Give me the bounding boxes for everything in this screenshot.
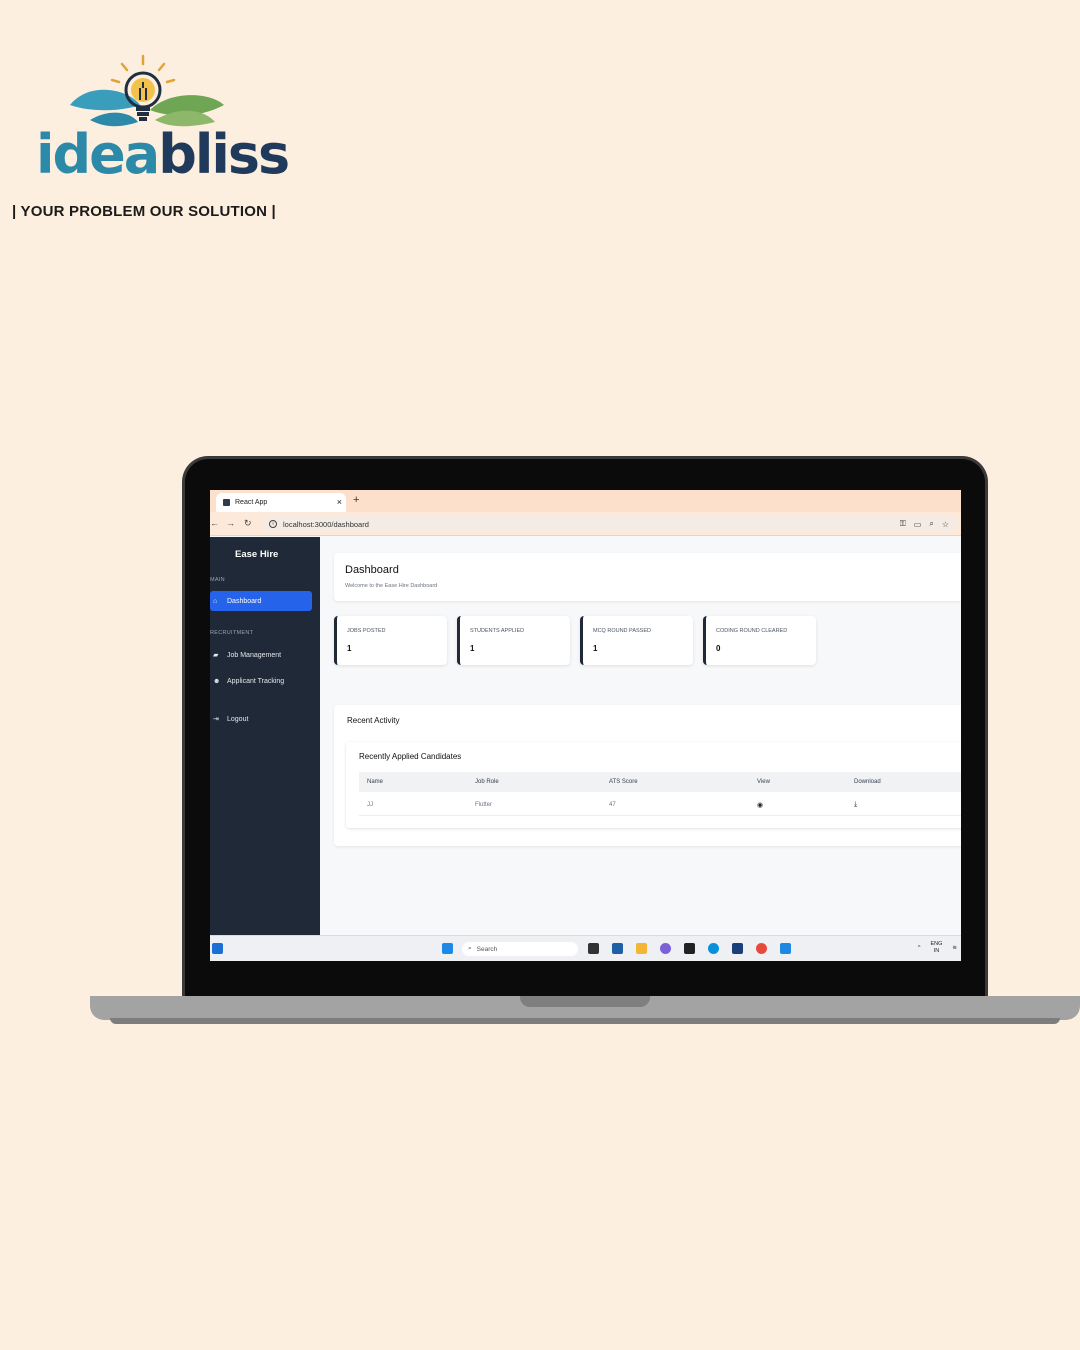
laptop-notch [520, 996, 650, 1007]
install-icon[interactable]: ▭ [914, 520, 922, 529]
laptop-base-shadow [110, 1018, 1060, 1024]
stat-card-coding-round-cleared: CODING ROUND CLEARED 0 [703, 616, 816, 665]
browser-tab[interactable]: React App × [216, 493, 346, 512]
view-eye-icon[interactable]: ◉ [757, 794, 763, 815]
column-header-job-role: Job Role [475, 779, 499, 785]
app-icon[interactable] [732, 943, 743, 954]
sidebar-brand: Ease Hire [235, 549, 279, 560]
bookmark-star-icon[interactable]: ☆ [942, 520, 949, 529]
system-tray: ^ ENG IN ≋ [918, 941, 957, 955]
stat-label: STUDENTS APPLIED [470, 628, 525, 634]
sidebar-section-main: MAIN [210, 577, 225, 583]
search-icon: ⌕ [468, 945, 472, 952]
url-field[interactable]: i localhost:3000/dashboard ⚿ ▭ ⌕ ☆ [263, 516, 957, 532]
cell-ats-score: 47 [609, 801, 616, 808]
windows-taskbar: ⌕ Search ^ ENG IN ≋ [210, 935, 961, 961]
stat-label: JOBS POSTED [347, 628, 386, 634]
file-explorer-icon[interactable] [636, 943, 647, 954]
logo-wordmark: ideabliss [36, 128, 290, 182]
sidebar-item-applicant-tracking[interactable]: ☻ Applicant Tracking [210, 671, 312, 691]
edge-icon[interactable] [708, 943, 719, 954]
column-header-view: View [757, 779, 770, 785]
sidebar: Ease Hire MAIN ⌂ Dashboard RECRUITMENT ▰… [210, 537, 320, 935]
language-indicator[interactable]: ENG IN [930, 941, 942, 955]
download-icon[interactable]: ⤓ [854, 794, 857, 815]
tab-close-icon[interactable]: × [337, 497, 342, 507]
site-info-icon[interactable]: i [269, 520, 277, 528]
logout-icon: ⇥ [213, 715, 219, 723]
taskbar-search[interactable]: ⌕ Search [462, 942, 578, 956]
cell-job-role: Flutter [475, 801, 493, 808]
logo-word-idea: idea [36, 123, 160, 186]
table-header: Name Job Role ATS Score View Download [359, 772, 961, 792]
column-header-download: Download [854, 779, 881, 785]
users-icon: ☻ [213, 677, 221, 685]
region-text: IN [933, 948, 940, 954]
tab-favicon-icon [223, 499, 230, 506]
stat-label: CODING ROUND CLEARED [716, 628, 788, 634]
windows-start-icon[interactable] [442, 943, 453, 954]
widgets-icon[interactable] [212, 943, 223, 954]
url-text: localhost:3000/dashboard [283, 519, 369, 529]
task-view-icon[interactable] [588, 943, 599, 954]
zoom-icon[interactable]: ⌕ [929, 519, 933, 529]
column-header-name: Name [367, 779, 384, 785]
chrome-icon[interactable] [756, 943, 767, 954]
sidebar-item-label: Logout [227, 715, 249, 723]
stat-card-jobs-posted: JOBS POSTED 1 [334, 616, 447, 665]
laptop-screen: React App × + ← → ↻ i localhost:3000/das… [210, 490, 961, 961]
stat-label: MCQ ROUND PASSED [593, 628, 651, 634]
wifi-icon[interactable]: ≋ [952, 945, 957, 951]
vscode-icon[interactable] [780, 943, 791, 954]
column-header-ats-score: ATS Score [609, 779, 638, 785]
stat-card-students-applied: STUDENTS APPLIED 1 [457, 616, 570, 665]
logo-tagline: | YOUR PROBLEM OUR SOLUTION | [12, 203, 276, 220]
logo-word-bliss: bliss [158, 123, 290, 186]
sidebar-item-dashboard[interactable]: ⌂ Dashboard [210, 591, 312, 611]
tab-title: React App [235, 499, 268, 506]
page-title: Dashboard [345, 564, 399, 576]
dashboard-header-card: Dashboard Welcome to the Ease Hire Dashb… [334, 553, 961, 601]
chevron-up-icon[interactable]: ^ [918, 945, 921, 951]
lang-text: ENG [930, 941, 943, 947]
browser-addressbar: ← → ↻ i localhost:3000/dashboard ⚿ ▭ ⌕ ☆ [210, 512, 961, 536]
page-subtitle: Welcome to the Ease Hire Dashboard [345, 583, 438, 589]
sidebar-item-label: Dashboard [227, 597, 262, 605]
recent-activity-card: Recent Activity Recently Applied Candida… [334, 705, 961, 846]
table-row: JJ Flutter 47 ◉ ⤓ [359, 794, 961, 816]
sidebar-item-job-management[interactable]: ▰ Job Management [210, 645, 312, 665]
briefcase-icon: ▰ [213, 651, 219, 659]
reload-icon[interactable]: ↻ [244, 518, 252, 529]
sidebar-item-label: Job Management [227, 651, 282, 659]
forward-arrow-icon[interactable]: → [226, 518, 235, 528]
dropbox-icon[interactable] [684, 943, 695, 954]
taskbar-search-label: Search [476, 945, 498, 953]
sidebar-section-recruitment: RECRUITMENT [210, 630, 254, 636]
sidebar-item-label: Applicant Tracking [227, 677, 285, 685]
back-arrow-icon[interactable]: ← [210, 518, 219, 528]
copilot-icon[interactable] [660, 943, 671, 954]
stat-value: 1 [470, 644, 475, 653]
browser-tabbar: React App × + [210, 490, 961, 512]
sidebar-item-logout[interactable]: ⇥ Logout [210, 709, 312, 729]
stat-value: 1 [347, 644, 352, 653]
cell-name: JJ [367, 801, 373, 808]
home-icon: ⌂ [213, 597, 218, 605]
stat-value: 1 [593, 644, 598, 653]
stat-card-mcq-round-passed: MCQ ROUND PASSED 1 [580, 616, 693, 665]
recent-candidates-title: Recently Applied Candidates [359, 752, 462, 761]
recent-activity-title: Recent Activity [347, 716, 400, 725]
store-icon[interactable] [612, 943, 623, 954]
new-tab-icon[interactable]: + [353, 494, 359, 506]
recent-candidates-panel: Recently Applied Candidates Name Job Rol… [346, 742, 961, 828]
stat-value: 0 [716, 644, 721, 653]
key-icon[interactable]: ⚿ [900, 519, 906, 529]
